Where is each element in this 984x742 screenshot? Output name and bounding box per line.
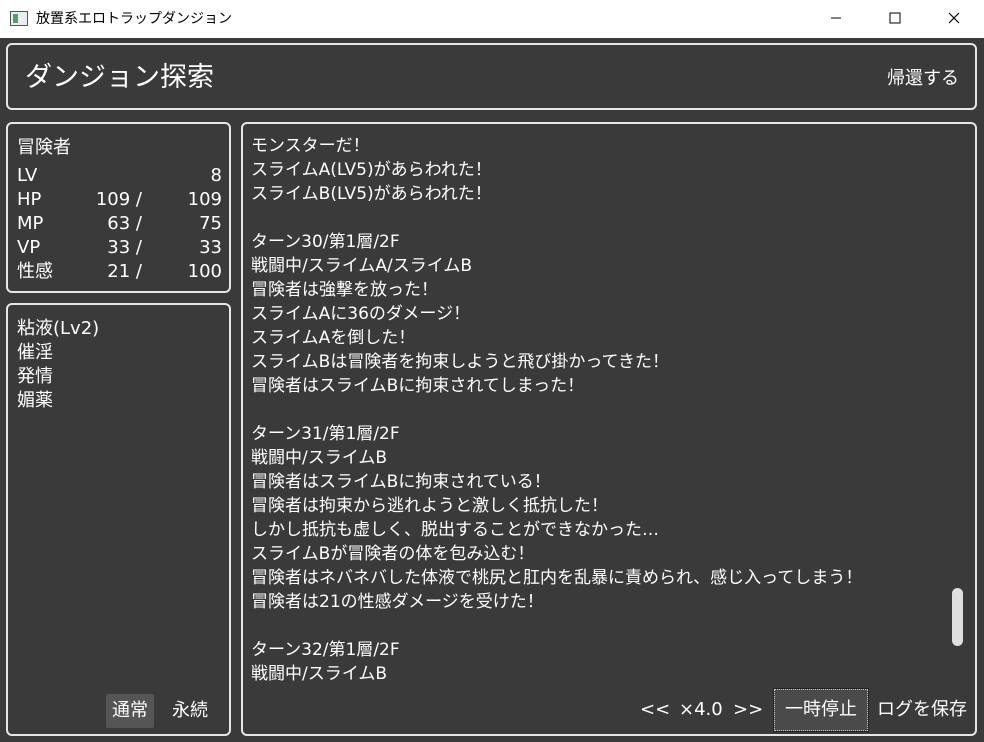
stat-label: 性感 xyxy=(17,261,53,282)
close-button[interactable] xyxy=(925,0,983,38)
stat-label: HP xyxy=(17,189,42,210)
window-titlebar: 放置系エロトラップダンジョン xyxy=(0,0,984,38)
stat-current: 33 / xyxy=(107,237,142,258)
pause-button[interactable]: 一時停止 xyxy=(773,688,869,732)
close-icon xyxy=(948,12,960,24)
persistent-mode-button[interactable]: 永続 xyxy=(166,694,214,728)
status-effect-item: 催淫 xyxy=(17,342,53,363)
log-line: スライムB(LV5)があらわれた！ xyxy=(251,184,492,204)
log-line: スライムA(LV5)があらわれた！ xyxy=(251,160,492,180)
save-log-button[interactable]: ログを保存 xyxy=(877,693,967,727)
stat-row-hp: HP 109 / 109 xyxy=(17,188,222,212)
log-line: 冒険者は拘束から逃れようと激しく抵抗した！ xyxy=(251,496,608,516)
header-panel: ダンジョン探索 帰還する xyxy=(6,43,977,110)
stat-max: 33 xyxy=(199,237,222,258)
log-line: モンスターだ！ xyxy=(251,136,370,156)
stat-current: 109 / xyxy=(95,189,142,210)
speed-value: ×4.0 xyxy=(679,699,723,720)
status-effects-list: 粘液(Lv2) 催淫 発情 媚薬 xyxy=(17,317,99,413)
stat-label: LV xyxy=(17,165,38,186)
minimize-button[interactable] xyxy=(807,0,865,38)
return-button[interactable]: 帰還する xyxy=(887,66,959,92)
stat-max: 100 xyxy=(187,261,222,282)
stat-label: MP xyxy=(17,213,44,234)
log-scrollbar-thumb[interactable] xyxy=(952,588,963,646)
status-effects-panel: 粘液(Lv2) 催淫 発情 媚薬 通常 永続 xyxy=(6,303,231,736)
stat-row-mp: MP 63 / 75 xyxy=(17,212,222,236)
log-line: 戦闘中/スライムB xyxy=(251,448,388,468)
log-line: 冒険者は21の性感ダメージを受けた！ xyxy=(251,592,544,612)
stat-value: 8 xyxy=(210,165,222,186)
page-title: ダンジョン探索 xyxy=(25,62,214,93)
speed-up-button[interactable]: >> xyxy=(733,693,763,727)
normal-mode-button[interactable]: 通常 xyxy=(106,694,154,728)
log-line: しかし抵抗も虚しく、脱出することができなかった… xyxy=(251,520,659,540)
character-stats-panel: 冒険者 LV 8 HP 109 / 109 MP 63 / 75 VP 33 /… xyxy=(6,122,231,293)
log-line: スライムBは冒険者を拘束しようと飛び掛かってきた！ xyxy=(251,352,669,372)
log-line: 冒険者はネバネバした体液で桃尻と肛内を乱暴に責められ、感じ入ってしまう！ xyxy=(251,568,863,588)
log-line: ターン31/第1層/2F xyxy=(251,424,400,444)
log-line: 冒険者はスライムBに拘束されてしまった！ xyxy=(251,376,585,396)
status-effect-item: 発情 xyxy=(17,366,53,387)
stat-max: 109 xyxy=(187,189,222,210)
log-line: ターン32/第1層/2F xyxy=(251,640,400,660)
character-name: 冒険者 xyxy=(17,137,71,158)
log-line: スライムAに36のダメージ！ xyxy=(251,304,471,324)
stat-max: 75 xyxy=(199,213,222,234)
log-line: スライムAを倒した！ xyxy=(251,328,416,348)
log-line: 冒険者はスライムBに拘束されている！ xyxy=(251,472,551,492)
battle-log-panel: モンスターだ！ スライムA(LV5)があらわれた！ スライムB(LV5)があらわれた… xyxy=(241,122,977,736)
minimize-icon xyxy=(831,17,841,19)
stat-current: 21 / xyxy=(107,261,142,282)
log-line: 戦闘中/スライムA/スライムB xyxy=(251,256,473,276)
status-effect-item: 媚薬 xyxy=(17,390,53,411)
log-line: 冒険者は強撃を放った！ xyxy=(251,280,438,300)
stat-row-vp: VP 33 / 33 xyxy=(17,236,222,260)
speed-down-button[interactable]: << xyxy=(640,693,670,727)
log-line: スライムBが冒険者の体を包み込む！ xyxy=(251,544,535,564)
battle-log: モンスターだ！ スライムA(LV5)があらわれた！ スライムB(LV5)があらわれた… xyxy=(251,134,941,686)
stat-row-sensitivity: 性感 21 / 100 xyxy=(17,260,222,284)
maximize-icon xyxy=(889,12,901,24)
log-line: 戦闘中/スライムB xyxy=(251,664,388,684)
status-effect-item: 粘液(Lv2) xyxy=(17,318,100,339)
stat-label: VP xyxy=(17,237,41,258)
maximize-button[interactable] xyxy=(866,0,924,38)
window-title: 放置系エロトラップダンジョン xyxy=(36,11,232,27)
stat-row-lv: LV 8 xyxy=(17,164,222,188)
stat-current: 63 / xyxy=(107,213,142,234)
log-line: ターン30/第1層/2F xyxy=(251,232,400,252)
app-icon xyxy=(10,11,28,26)
